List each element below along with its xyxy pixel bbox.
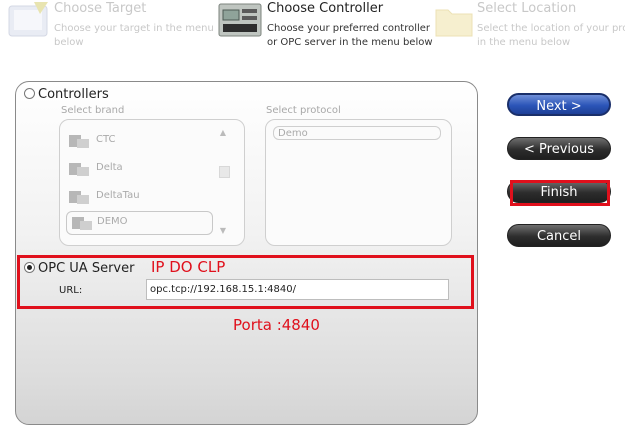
brand-list-scrollbar[interactable]: ▲ ▼ xyxy=(217,128,230,236)
brand-label: DeltaTau xyxy=(96,190,140,201)
protocol-item-demo[interactable]: Demo xyxy=(273,126,441,140)
brand-label: Delta xyxy=(96,162,123,173)
brand-item-demo[interactable]: DEMO xyxy=(66,211,213,235)
controller-icon xyxy=(218,3,262,37)
brand-item-ctc[interactable]: CTC xyxy=(68,130,218,152)
annotation-box-finish xyxy=(510,180,610,206)
step-description: Choose your preferred controller or OPC … xyxy=(267,23,433,48)
controllers-label: Controllers xyxy=(38,87,109,102)
target-icon xyxy=(8,2,48,37)
controller-small-icon xyxy=(72,217,92,230)
select-protocol-label: Select protocol xyxy=(266,105,341,116)
controller-small-icon xyxy=(69,191,89,204)
brand-item-delta[interactable]: Delta xyxy=(68,158,218,180)
scroll-down-icon[interactable]: ▼ xyxy=(217,226,229,236)
cancel-button[interactable]: Cancel xyxy=(507,224,611,247)
step-title: Choose Controller xyxy=(267,1,384,16)
scroll-up-icon[interactable]: ▲ xyxy=(217,128,229,138)
wizard-step-select-location: Select Location Select the location of y… xyxy=(432,0,625,56)
folder-icon xyxy=(435,9,473,37)
protocol-list[interactable]: Demo xyxy=(265,119,452,246)
step-title: Select Location xyxy=(477,1,577,16)
select-brand-label: Select brand xyxy=(61,105,125,116)
controller-small-icon xyxy=(69,163,89,176)
annotation-ip: IP DO CLP xyxy=(151,258,226,276)
brand-label: CTC xyxy=(96,134,116,145)
previous-button[interactable]: < Previous xyxy=(507,137,611,160)
wizard-step-choose-controller: Choose Controller Choose your preferred … xyxy=(216,0,433,56)
step-description: Select the location of your projec in th… xyxy=(477,23,625,48)
annotation-box-opc xyxy=(17,255,474,309)
controller-small-icon xyxy=(69,135,89,148)
scroll-thumb[interactable] xyxy=(219,166,230,178)
brand-label: DEMO xyxy=(97,216,128,227)
next-button[interactable]: Next > xyxy=(507,93,611,116)
brand-list[interactable]: CTC Delta DeltaTau DEMO ▲ ▼ xyxy=(59,119,245,246)
wizard-step-choose-target: Choose Target Choose your target in the … xyxy=(6,0,214,56)
brand-item-deltatau[interactable]: DeltaTau xyxy=(68,186,218,208)
annotation-port: Porta :4840 xyxy=(233,316,320,334)
step-title: Choose Target xyxy=(54,1,147,16)
controllers-radio[interactable] xyxy=(24,88,35,99)
step-description: Choose your target in the menu below xyxy=(54,23,214,48)
